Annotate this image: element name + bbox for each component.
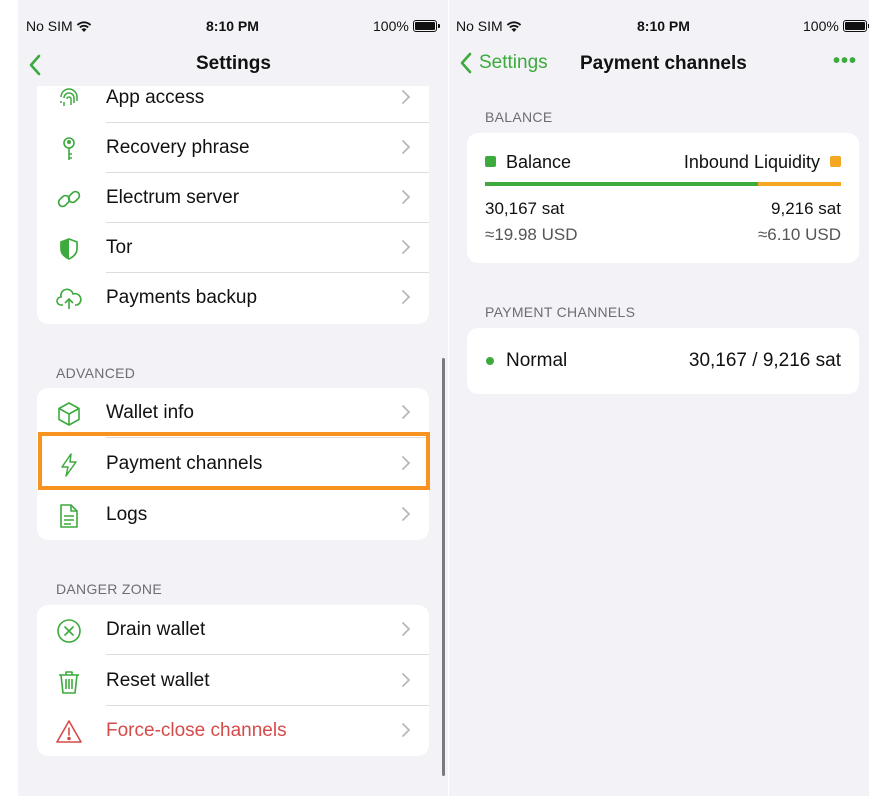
settings-item-label: Reset wallet <box>106 670 210 691</box>
settings-item-tor[interactable]: Tor <box>37 223 429 273</box>
warning-icon <box>56 720 82 743</box>
chevron-right-icon <box>402 240 411 254</box>
carrier-status: No SIM <box>456 18 522 34</box>
selection-highlight <box>38 432 430 490</box>
channel-amount: 30,167 / 9,216 sat <box>688 350 841 371</box>
settings-item-label: App access <box>106 87 205 108</box>
inbound-swatch <box>830 156 841 167</box>
payment-channels-screen: No SIM 8:10 PM 100% Settings Payment cha… <box>449 0 869 796</box>
settings-screen: No SIM 8:10 PM 100% Settings App access … <box>18 0 448 796</box>
page-title: Settings <box>196 53 271 74</box>
more-options-button[interactable]: ••• <box>833 50 857 73</box>
nav-bar-overlay: Settings <box>18 46 448 86</box>
settings-item-label: Force-close channels <box>106 720 287 741</box>
chevron-right-icon <box>402 723 411 737</box>
inbound-sat: 9,216 sat <box>771 199 841 218</box>
chevron-right-icon <box>402 90 411 104</box>
channel-status-dot <box>486 357 494 365</box>
settings-item-recovery-phrase[interactable]: Recovery phrase <box>37 123 429 173</box>
danger-zone-card: Drain wallet Reset wallet Force-close ch… <box>37 605 429 756</box>
chevron-right-icon <box>402 622 411 636</box>
settings-item-label: Payments backup <box>106 287 258 308</box>
battery-status: 100% <box>803 18 869 34</box>
cloud-upload-icon <box>56 288 82 309</box>
nav-bar: Settings Payment channels ••• <box>449 46 869 86</box>
chevron-right-icon <box>402 507 411 521</box>
back-chevron-icon <box>460 52 472 74</box>
settings-item-label: Drain wallet <box>106 619 206 640</box>
balance-swatch <box>485 156 496 167</box>
balance-label: Balance <box>506 152 572 172</box>
clock: 8:10 PM <box>206 18 259 34</box>
settings-item-label: Electrum server <box>106 187 240 208</box>
settings-item-payments-backup[interactable]: Payments backup <box>37 273 429 323</box>
settings-item-label: Tor <box>106 237 133 258</box>
chevron-right-icon <box>402 405 411 419</box>
back-chevron-icon[interactable] <box>28 54 42 76</box>
carrier-status: No SIM <box>26 18 92 34</box>
settings-item-drain-wallet[interactable]: Drain wallet <box>37 605 429 655</box>
inbound-label: Inbound Liquidity <box>683 152 820 172</box>
wifi-icon <box>76 21 91 32</box>
status-bar: No SIM 8:10 PM 100% <box>18 0 448 46</box>
liquidity-bar <box>485 182 841 186</box>
balance-card: Balance Inbound Liquidity 30,167 sat ≈19… <box>467 133 859 263</box>
chevron-right-icon <box>402 673 411 687</box>
settings-item-logs[interactable]: Logs <box>37 490 429 540</box>
section-header-advanced: ADVANCED <box>56 365 136 381</box>
inbound-usd: ≈6.10 USD <box>757 225 841 244</box>
channel-row[interactable]: Normal 30,167 / 9,216 sat <box>467 328 859 394</box>
settings-item-label: Wallet info <box>106 402 194 423</box>
trash-icon <box>59 671 79 694</box>
section-header-payment-channels: PAYMENT CHANNELS <box>485 304 636 320</box>
link-icon <box>57 190 81 208</box>
x-circle-icon <box>57 619 81 643</box>
chevron-right-icon <box>402 290 411 304</box>
clock: 8:10 PM <box>637 18 690 34</box>
fingerprint-icon <box>60 88 78 106</box>
document-icon <box>60 504 78 528</box>
section-header-danger-zone: DANGER ZONE <box>56 581 162 597</box>
wifi-icon <box>506 21 521 32</box>
battery-icon <box>412 20 440 32</box>
back-label: Settings <box>479 52 548 73</box>
back-button[interactable]: Settings <box>459 52 548 74</box>
shield-icon <box>60 238 78 260</box>
status-bar: No SIM 8:10 PM 100% <box>449 0 869 46</box>
chevron-right-icon <box>402 140 411 154</box>
key-icon <box>63 137 75 160</box>
channel-state: Normal <box>506 350 568 371</box>
liquidity-bar-balance-fill <box>485 182 758 186</box>
inbound-legend: Inbound Liquidity <box>684 152 841 173</box>
settings-item-wallet-info[interactable]: Wallet info <box>37 388 429 438</box>
battery-status: 100% <box>373 18 440 34</box>
balance-legend: Balance <box>485 152 571 173</box>
page-title: Payment channels <box>580 53 747 74</box>
balance-usd: ≈19.98 USD <box>485 225 578 244</box>
settings-item-label: Recovery phrase <box>106 137 250 158</box>
settings-item-reset-wallet[interactable]: Reset wallet <box>37 656 429 706</box>
settings-item-electrum-server[interactable]: Electrum server <box>37 173 429 223</box>
row-divider <box>106 654 429 655</box>
cube-icon <box>58 402 80 426</box>
chevron-right-icon <box>402 190 411 204</box>
settings-item-force-close-channels[interactable]: Force-close channels <box>37 706 429 756</box>
settings-item-label: Logs <box>106 504 148 525</box>
security-settings-card: App access Recovery phrase Electrum serv… <box>37 72 429 324</box>
scrollbar[interactable] <box>442 358 445 776</box>
battery-icon <box>842 20 869 32</box>
balance-sat: 30,167 sat <box>485 199 565 218</box>
section-header-balance: BALANCE <box>485 109 553 125</box>
